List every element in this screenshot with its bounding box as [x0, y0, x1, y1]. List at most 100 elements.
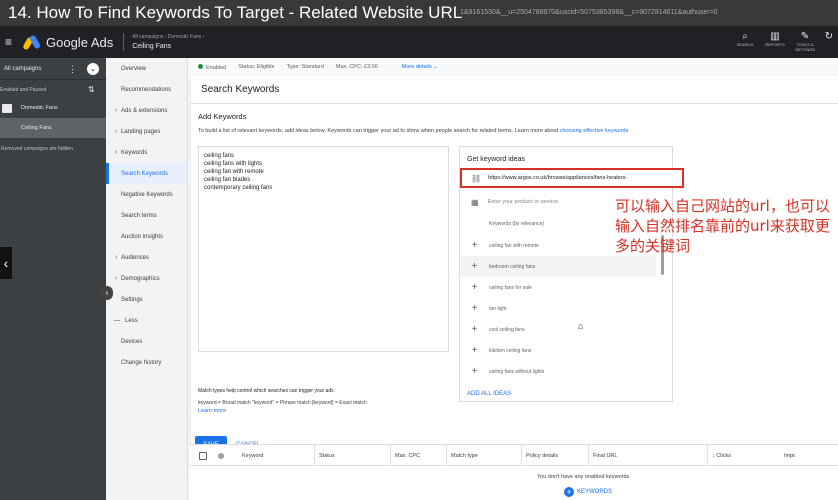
more-details-link[interactable]: More details ⌄	[402, 64, 438, 70]
add-icon[interactable]: +	[460, 345, 489, 356]
keyword-ideas-panel: Get keyword ideas ⛓ https://www.argos.co…	[459, 146, 684, 402]
select-all-checkbox[interactable]	[199, 452, 207, 460]
nav-search-terms[interactable]: Search terms	[106, 205, 187, 226]
col-clicks[interactable]: ↓ Clicks	[707, 445, 731, 467]
more-details-label: More details	[401, 64, 432, 70]
max-cpc: Max. CPC: £3.00	[335, 64, 378, 70]
add-all-ideas-button[interactable]: ADD ALL IDEAS	[467, 391, 511, 397]
product-placeholder: Enter your product or service	[487, 199, 559, 205]
col-policy[interactable]: Policy details	[521, 445, 558, 467]
campaign-group-label: Domestic Fans	[21, 105, 58, 111]
list-item[interactable]: + bedroom ceiling fans	[460, 256, 656, 277]
nav-change-history[interactable]: Change history	[106, 352, 187, 373]
add-icon[interactable]: +	[460, 324, 489, 335]
annotation-text: 可以输入自己网站的url，也可以输入自然排名靠前的url来获取更多的关键词	[615, 197, 830, 255]
instructions: To build a list of relevant keywords, ad…	[198, 128, 628, 134]
more-vert-icon[interactable]: ⋮	[68, 64, 77, 75]
product-name: Google Ads	[46, 34, 114, 50]
campaign-status-bar: Enabled Status: Eligible Type: Standard …	[188, 58, 838, 76]
store-icon: ▦	[471, 197, 479, 207]
keyword-ideas-list: + ceiling fan with remote + bedroom ceilin…	[460, 235, 656, 382]
collapse-nav-icon[interactable]: ‹	[101, 286, 113, 300]
tools-icon: ✎	[800, 31, 810, 42]
list-item[interactable]: + cool ceiling fans	[460, 319, 656, 340]
add-icon[interactable]: +	[460, 366, 489, 377]
reports-button[interactable]: ▥ REPORTS	[760, 26, 790, 58]
nav-less[interactable]: Less	[106, 310, 187, 331]
col-impr[interactable]: Impr.	[780, 445, 796, 467]
product-input[interactable]: ▦ Enter your product or service	[460, 192, 558, 212]
top-icons: ⌕ SEARCH ▥ REPORTS ✎ TOOLS & SETTINGS ↻	[730, 26, 838, 58]
add-keywords-label: KEYWORDS	[577, 489, 613, 495]
keywords-table-body: You don't have any enabled keywords + KEY…	[190, 466, 838, 500]
add-keywords-heading: Add Keywords	[198, 112, 247, 121]
current-campaign: Ceiling Fans	[132, 43, 172, 50]
list-item[interactable]: + kitchen ceiling fans	[460, 340, 656, 361]
add-icon[interactable]: +	[460, 282, 489, 293]
nav-demographics[interactable]: Demographics	[106, 268, 187, 289]
nav-auction-insights[interactable]: Auction insights	[106, 226, 187, 247]
nav-recommendations[interactable]: Recommendations	[106, 79, 187, 100]
keyword-ideas-title: Get keyword ideas	[467, 156, 525, 163]
reports-label: REPORTS	[765, 42, 785, 47]
idea-text: kitchen ceiling fans	[489, 347, 532, 354]
menu-icon[interactable]: ≡	[5, 35, 15, 49]
reports-icon: ▥	[770, 31, 780, 42]
google-ads-logo[interactable]: Google Ads	[22, 34, 114, 51]
col-keyword[interactable]: Keyword	[238, 445, 263, 467]
campaign-ceiling-fans[interactable]: Ceiling Fans	[0, 118, 106, 138]
url-input[interactable]: ⛓ https://www.argos.co.uk/browse/applian…	[460, 168, 684, 188]
enabled-dot-icon	[198, 63, 203, 69]
link-icon: ⛓	[471, 173, 482, 183]
list-item[interactable]: + fan light	[460, 298, 656, 319]
add-icon[interactable]: +	[460, 261, 489, 272]
nav-ads-extensions[interactable]: Ads & extensions	[106, 100, 187, 121]
status-filter-label: Enabled and Paused	[0, 87, 47, 93]
nav-settings[interactable]: Settings	[106, 289, 187, 310]
nav-overview[interactable]: Overview	[106, 58, 187, 79]
learn-more-link[interactable]: Learn more	[198, 408, 226, 414]
page-title: Search Keywords	[191, 76, 838, 104]
keywords-textarea[interactable]: ceiling fans ceiling fans with lights ce…	[198, 146, 449, 352]
page-menu: Overview Recommendations Ads & extension…	[106, 58, 188, 500]
enabled-status[interactable]: Enabled	[198, 63, 226, 71]
campaign-selector[interactable]: All campaigns › Domestic Fans › Ceiling …	[123, 33, 204, 51]
google-ads-logo-icon	[22, 34, 42, 51]
add-keywords-button[interactable]: + KEYWORDS	[564, 487, 612, 497]
tools-button[interactable]: ✎ TOOLS & SETTINGS	[790, 26, 820, 58]
list-item[interactable]: + ceiling fans for sale	[460, 277, 656, 298]
idea-text: ceiling fans without lights	[489, 368, 545, 375]
search-campaign-icon	[2, 103, 12, 113]
player-prev-icon[interactable]: ‹	[0, 247, 12, 279]
sort-icon[interactable]: ⇅	[88, 85, 95, 94]
campaign-type: Type: Standard	[286, 64, 324, 70]
col-final-url[interactable]: Final URL	[588, 445, 617, 467]
nav-audiences[interactable]: Audiences	[106, 247, 187, 268]
col-status[interactable]: Status	[314, 445, 335, 467]
nav-devices[interactable]: Devices	[106, 331, 187, 352]
nav-landing-pages[interactable]: Landing pages	[106, 121, 187, 142]
col-match-type[interactable]: Match type	[446, 445, 478, 467]
col-max-cpc[interactable]: Max. CPC	[390, 445, 420, 467]
chevron-down-icon[interactable]: ⌄	[87, 63, 99, 75]
status-filter[interactable]: Enabled and Paused ⇅	[0, 80, 106, 98]
effective-keywords-link[interactable]: choosing effective keywords	[560, 128, 629, 134]
idea-text: bedroom ceiling fans	[489, 263, 536, 270]
refresh-button[interactable]: ↻	[820, 26, 838, 58]
search-button[interactable]: ⌕ SEARCH	[730, 26, 760, 58]
idea-text: cool ceiling fans	[489, 326, 525, 333]
keywords-table-header: Keyword Status Max. CPC Match type Polic…	[190, 444, 838, 467]
nav-negative-keywords[interactable]: Negative Keywords	[106, 184, 187, 205]
add-icon[interactable]: +	[460, 240, 489, 251]
list-item[interactable]: + ceiling fans without lights	[460, 361, 656, 382]
chevron-down-icon: ⌄	[433, 64, 438, 70]
removed-note: Removed campaigns are hidden	[1, 146, 73, 152]
main-content: Enabled Status: Eligible Type: Standard …	[188, 58, 838, 500]
add-icon[interactable]: +	[460, 303, 489, 314]
all-campaigns[interactable]: All campaigns ⋮ ⌄	[0, 58, 106, 80]
nav-keywords[interactable]: Keywords	[106, 142, 187, 163]
campaign-group-domestic-fans[interactable]: Domestic Fans	[0, 98, 106, 118]
nav-search-keywords[interactable]: Search Keywords	[106, 163, 187, 184]
empty-state-text: You don't have any enabled keywords	[537, 474, 630, 480]
add-circle-icon: +	[564, 487, 574, 497]
